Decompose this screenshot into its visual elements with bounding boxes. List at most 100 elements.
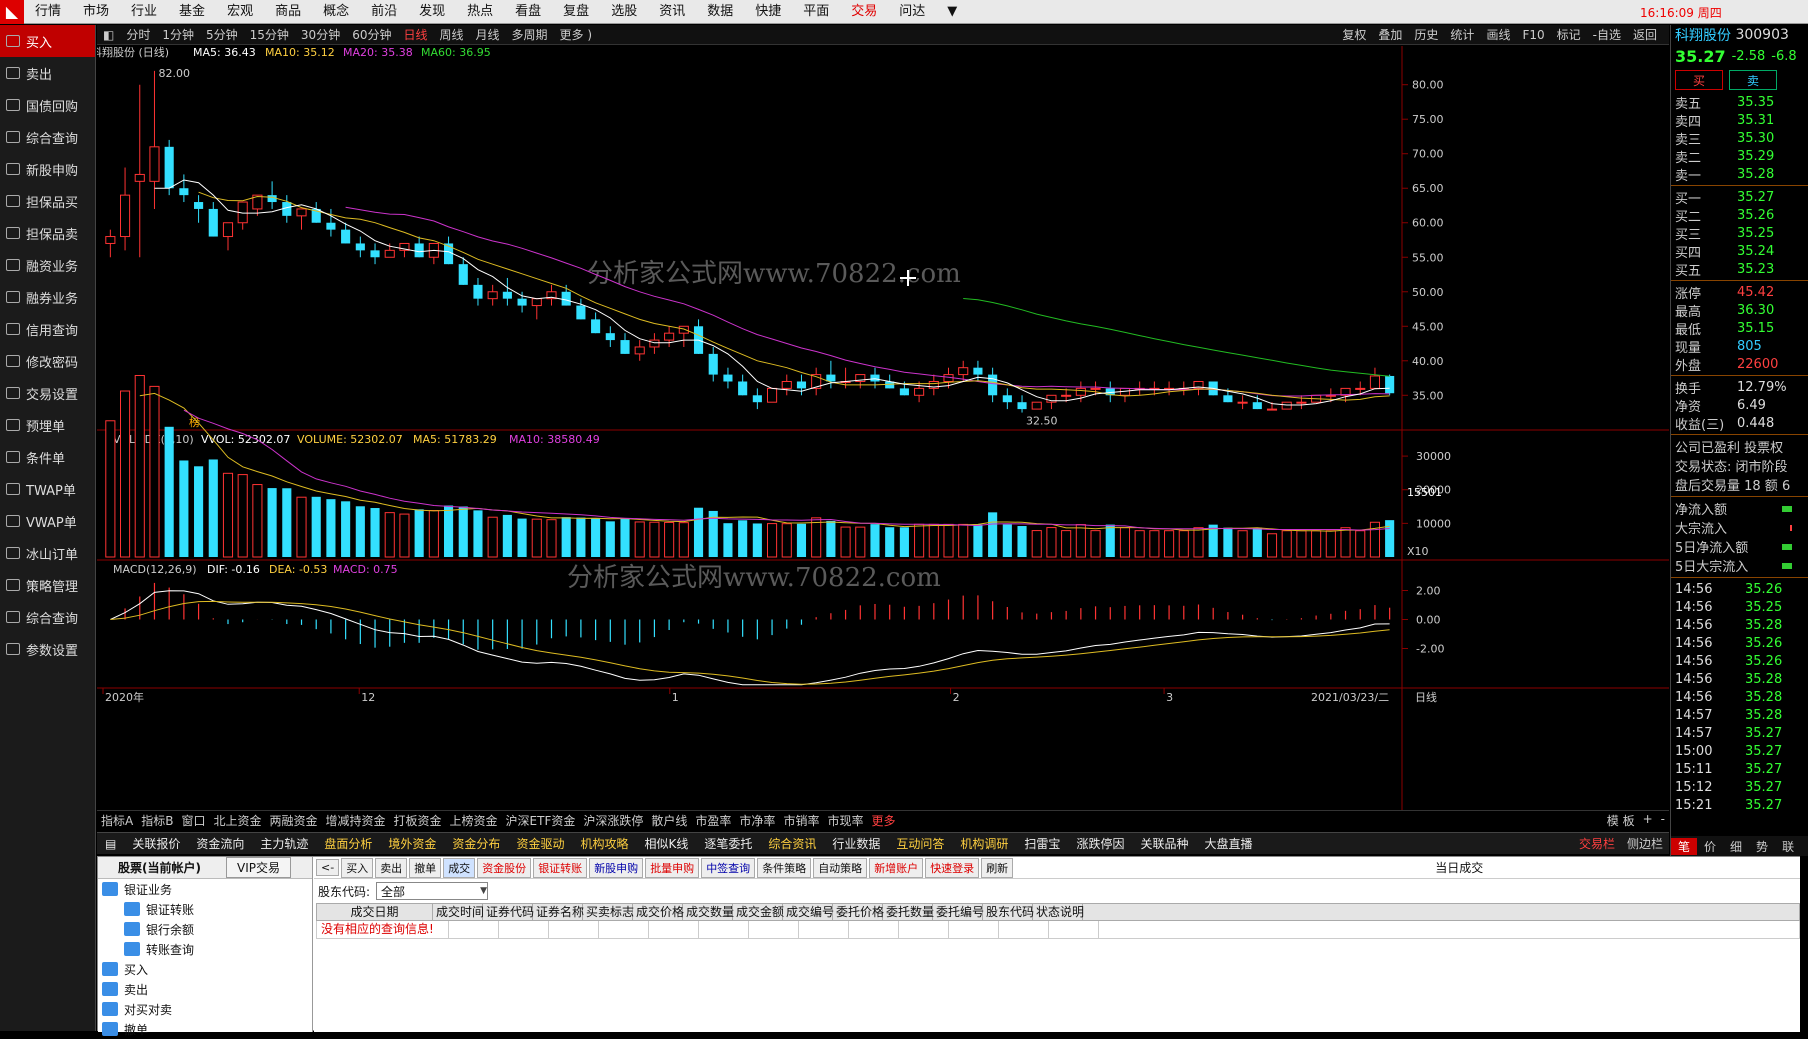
chart-tool-6[interactable]: 标记 <box>1551 25 1587 45</box>
menu-item-16[interactable]: 平面 <box>792 0 840 24</box>
func-right-1[interactable]: 侧边栏 <box>1621 835 1669 852</box>
menu-item-7[interactable]: 前沿 <box>360 0 408 24</box>
window-toggle-icon[interactable]: ◧ <box>97 28 120 42</box>
func-right-0[interactable]: 交易栏 <box>1573 835 1621 852</box>
period-tab-3[interactable]: 15分钟 <box>244 26 295 43</box>
sidebar-item-19[interactable]: 参数设置 <box>0 633 95 665</box>
period-tab-10[interactable]: 更多 ) <box>554 26 599 43</box>
period-tab-8[interactable]: 月线 <box>470 26 506 43</box>
menu-item-3[interactable]: 基金 <box>168 0 216 24</box>
sidebar-item-15[interactable]: VWAP单 <box>0 505 95 537</box>
menu-item-0[interactable]: 行情 <box>24 0 72 24</box>
column-header-9[interactable]: 委托价格 <box>833 904 884 920</box>
trade-button-7[interactable]: 新股申购 <box>589 857 644 878</box>
indicator-right-2[interactable]: - <box>1657 812 1669 829</box>
chart-tool-0[interactable]: 复权 <box>1336 25 1372 45</box>
tree-item-3[interactable]: 转账查询 <box>98 939 312 959</box>
vip-trade-button[interactable]: VIP交易 <box>226 857 291 878</box>
sidebar-item-17[interactable]: 策略管理 <box>0 569 95 601</box>
func-item-10[interactable]: 综合资讯 <box>760 835 824 852</box>
trade-button-10[interactable]: 条件策略 <box>757 857 812 878</box>
quote-tab-4[interactable]: 联 <box>1775 838 1801 855</box>
sidebar-item-1[interactable]: 卖出 <box>0 57 95 89</box>
period-tab-7[interactable]: 周线 <box>434 26 470 43</box>
shareholder-select[interactable]: 全部 ▼ <box>376 882 489 900</box>
menu-item-17[interactable]: 交易 <box>840 0 888 24</box>
func-item-3[interactable]: 盘面分析 <box>316 835 380 852</box>
menu-item-4[interactable]: 宏观 <box>216 0 264 24</box>
funcbar-menu-icon[interactable]: ▤ <box>97 837 124 851</box>
menu-item-1[interactable]: 市场 <box>72 0 120 24</box>
column-header-4[interactable]: 买卖标志 <box>583 904 634 920</box>
trade-button-2[interactable]: 卖出 <box>375 857 408 878</box>
chart-tool-5[interactable]: F10 <box>1516 25 1550 45</box>
period-tab-6[interactable]: 日线 <box>397 26 433 43</box>
menu-item-11[interactable]: 复盘 <box>552 0 600 24</box>
menu-item-10[interactable]: 看盘 <box>504 0 552 24</box>
tree-item-6[interactable]: 对买对卖 <box>98 999 312 1019</box>
trade-button-12[interactable]: 新增账户 <box>869 857 924 878</box>
menu-item-5[interactable]: 商品 <box>264 0 312 24</box>
sidebar-item-2[interactable]: 国债回购 <box>0 89 95 121</box>
func-item-5[interactable]: 资金分布 <box>444 835 508 852</box>
sidebar-item-5[interactable]: 担保品买 <box>0 185 95 217</box>
app-logo-icon[interactable]: ◣ <box>0 0 24 24</box>
menu-item-15[interactable]: 快捷 <box>744 0 792 24</box>
func-item-1[interactable]: 资金流向 <box>188 835 252 852</box>
menu-item-14[interactable]: 数据 <box>696 0 744 24</box>
menu-item-2[interactable]: 行业 <box>120 0 168 24</box>
menu-item-19[interactable]: ▼ <box>936 0 968 24</box>
func-item-15[interactable]: 涨跌停因 <box>1068 835 1132 852</box>
indicator-tab-1[interactable]: 指标B <box>137 812 177 829</box>
period-tab-2[interactable]: 5分钟 <box>200 26 244 43</box>
sidebar-item-10[interactable]: 修改密码 <box>0 345 95 377</box>
func-item-0[interactable]: 关联报价 <box>124 835 188 852</box>
indicator-tab-15[interactable]: 更多 <box>867 812 899 829</box>
column-header-2[interactable]: 证券代码 <box>483 904 534 920</box>
trade-button-1[interactable]: 买入 <box>341 857 374 878</box>
kline-chart[interactable]: 80.00 75.00 70.00 65.00 60.00 55.00 50.00 45.00… <box>97 46 1669 810</box>
period-tab-5[interactable]: 60分钟 <box>346 26 397 43</box>
indicator-right-1[interactable]: + <box>1639 812 1657 829</box>
column-header-3[interactable]: 证券名称 <box>533 904 584 920</box>
period-tab-0[interactable]: 分时 <box>120 26 156 43</box>
column-header-8[interactable]: 成交编号 <box>783 904 834 920</box>
sidebar-item-12[interactable]: 预埋单 <box>0 409 95 441</box>
column-header-10[interactable]: 委托数量 <box>883 904 934 920</box>
trade-button-5[interactable]: 资金股份 <box>477 857 532 878</box>
sidebar-item-13[interactable]: 条件单 <box>0 441 95 473</box>
column-header-7[interactable]: 成交金额 <box>733 904 784 920</box>
sidebar-item-18[interactable]: 综合查询 <box>0 601 95 633</box>
menu-item-8[interactable]: 发现 <box>408 0 456 24</box>
func-item-12[interactable]: 互动问答 <box>888 835 952 852</box>
indicator-tab-6[interactable]: 打板资金 <box>390 812 446 829</box>
sidebar-item-0[interactable]: 买入 <box>0 25 95 57</box>
sidebar-item-6[interactable]: 担保品卖 <box>0 217 95 249</box>
column-header-11[interactable]: 委托编号 <box>933 904 984 920</box>
tree-item-0[interactable]: 银证业务 <box>98 879 312 899</box>
indicator-tab-7[interactable]: 上榜资金 <box>446 812 502 829</box>
column-header-6[interactable]: 成交数量 <box>683 904 734 920</box>
period-tab-4[interactable]: 30分钟 <box>295 26 346 43</box>
func-item-13[interactable]: 机构调研 <box>952 835 1016 852</box>
indicator-tab-11[interactable]: 市盈率 <box>691 812 735 829</box>
tree-item-1[interactable]: 银证转账 <box>98 899 312 919</box>
func-item-14[interactable]: 扫雷宝 <box>1016 835 1068 852</box>
indicator-tab-4[interactable]: 两融资金 <box>265 812 321 829</box>
chart-tool-3[interactable]: 统计 <box>1444 25 1480 45</box>
indicator-tab-13[interactable]: 市销率 <box>779 812 823 829</box>
trade-button-3[interactable]: 撤单 <box>409 857 442 878</box>
column-header-1[interactable]: 成交时间 <box>433 904 484 920</box>
chart-tool-7[interactable]: -自选 <box>1587 25 1627 45</box>
sidebar-item-14[interactable]: TWAP单 <box>0 473 95 505</box>
menu-item-9[interactable]: 热点 <box>456 0 504 24</box>
sidebar-item-11[interactable]: 交易设置 <box>0 377 95 409</box>
sidebar-item-3[interactable]: 综合查询 <box>0 121 95 153</box>
menu-item-18[interactable]: 问达 <box>888 0 936 24</box>
quote-tab-1[interactable]: 价 <box>1697 838 1723 855</box>
func-item-9[interactable]: 逐笔委托 <box>696 835 760 852</box>
func-item-6[interactable]: 资金驱动 <box>508 835 572 852</box>
column-header-0[interactable]: 成交日期 <box>317 904 433 920</box>
trade-button-8[interactable]: 批量申购 <box>645 857 700 878</box>
quick-sell-button[interactable]: 卖 <box>1729 70 1777 90</box>
